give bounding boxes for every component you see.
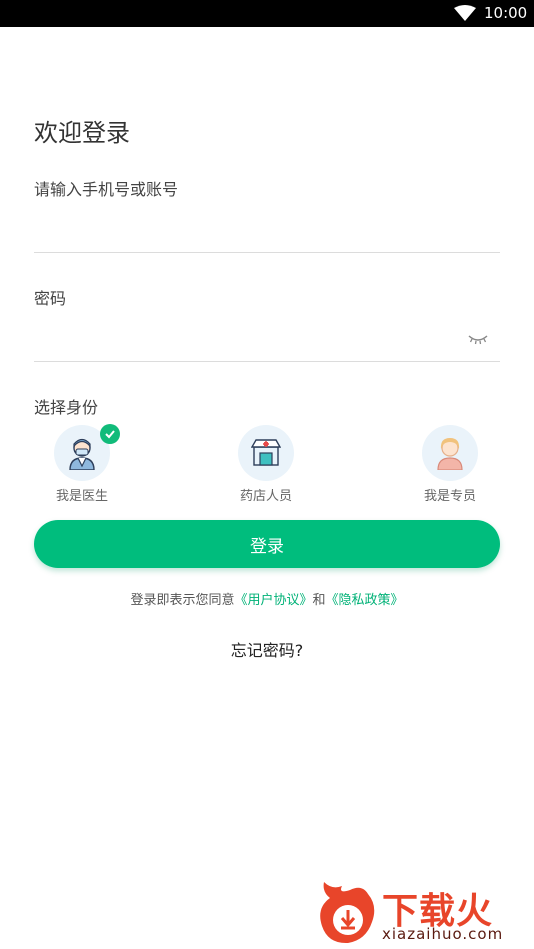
status-bar: 10:00 [0,0,534,27]
pharmacy-store-icon [238,425,294,481]
role-label-doctor: 我是医生 [55,489,108,504]
specialist-avatar-icon [422,425,478,481]
watermark-url: xiazaihuo.com [382,925,504,943]
user-agreement-link[interactable]: 《用户协议》 [234,593,312,608]
forgot-password-link[interactable]: 忘记密码? [0,637,534,661]
agreement-text: 登录即表示您同意《用户协议》和《隐私政策》 [0,589,534,608]
page-title: 欢迎登录 [34,119,130,147]
status-time: 10:00 [484,4,528,22]
privacy-policy-link[interactable]: 《隐私政策》 [326,593,404,608]
login-button[interactable]: 登录 [34,520,500,568]
password-label: 密码 [34,289,67,308]
password-underline [34,361,500,362]
role-label-pharmacy: 药店人员 [239,489,292,504]
doctor-avatar-icon [54,424,120,481]
account-underline [34,252,500,253]
role-option-specialist[interactable]: 我是专员 [410,425,490,504]
selected-check-icon [100,424,120,444]
role-option-doctor[interactable]: 我是医生 [42,424,122,504]
agreement-prefix: 登录即表示您同意 [130,593,235,608]
account-input[interactable] [34,212,454,248]
role-section-label: 选择身份 [34,398,99,417]
wifi-icon [454,5,476,21]
account-label: 请输入手机号或账号 [34,180,179,199]
agreement-and: 和 [312,593,326,608]
watermark-logo: 下载火 xiazaihuo.com [316,880,534,949]
role-option-pharmacy[interactable]: 药店人员 [226,425,306,504]
role-label-specialist: 我是专员 [423,489,476,504]
eye-closed-icon[interactable] [468,334,488,346]
flame-logo-icon [320,882,375,944]
password-input[interactable] [34,320,454,356]
